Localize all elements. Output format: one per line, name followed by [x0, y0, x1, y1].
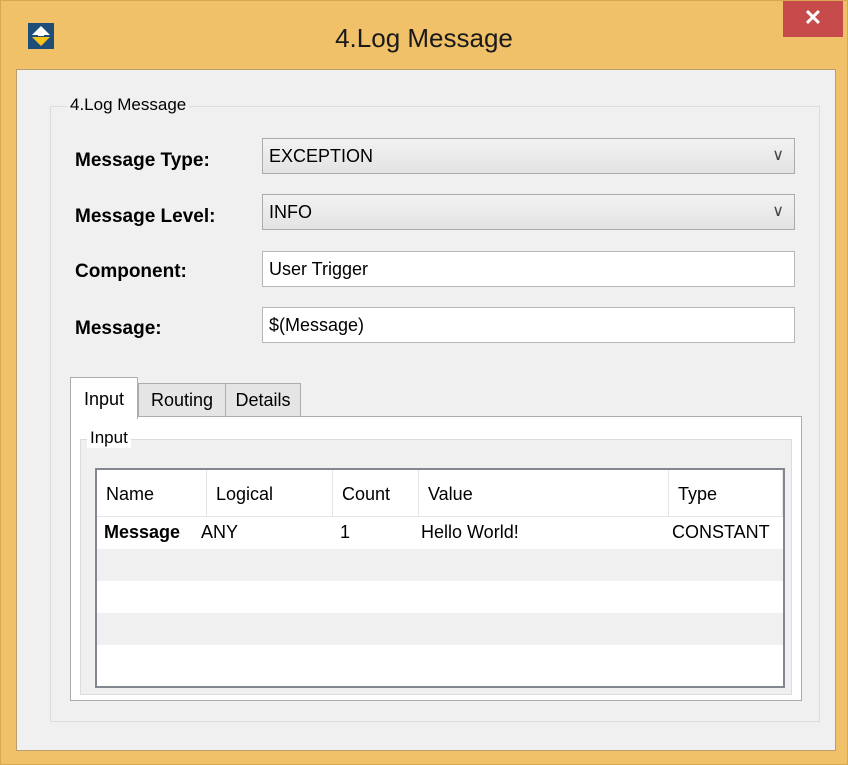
message-level-select[interactable]: INFO ∨	[262, 194, 795, 230]
column-header-type[interactable]: Type	[669, 470, 783, 516]
tab-input[interactable]: Input	[70, 377, 138, 419]
table-row-empty	[97, 613, 783, 645]
message-label: Message:	[75, 318, 162, 339]
cell-name: Message	[104, 522, 181, 542]
close-icon: ✕	[803, 5, 823, 30]
input-tab-panel: Name Logical Count Value Type Message AN…	[70, 416, 802, 701]
input-table[interactable]: Name Logical Count Value Type Message AN…	[95, 468, 785, 688]
dialog-window: 4.Log Message ✕ 4.Log Message Message Ty…	[0, 0, 848, 765]
cell-logical: ANY	[201, 522, 239, 542]
cell-value: Hello World!	[421, 522, 519, 542]
table-header: Name Logical Count Value Type	[97, 470, 783, 517]
close-button[interactable]: ✕	[783, 1, 843, 37]
table-row-empty	[97, 581, 783, 613]
tab-details[interactable]: Details	[225, 383, 301, 417]
chevron-down-icon: ∨	[772, 203, 784, 220]
component-label: Component:	[75, 261, 187, 282]
groupbox-legend: 4.Log Message	[67, 95, 190, 115]
input-groupbox-legend: Input	[87, 428, 131, 448]
chevron-down-icon: ∨	[772, 147, 784, 164]
dialog-content: 4.Log Message Message Type: EXCEPTION ∨ …	[16, 69, 836, 751]
column-header-logical[interactable]: Logical	[207, 470, 333, 516]
message-input[interactable]: $(Message)	[262, 307, 795, 343]
message-type-select[interactable]: EXCEPTION ∨	[262, 138, 795, 174]
tab-routing[interactable]: Routing	[138, 383, 226, 417]
message-level-label: Message Level:	[75, 206, 216, 227]
table-row-empty	[97, 549, 783, 581]
cell-type: CONSTANT	[672, 522, 770, 542]
component-input[interactable]: User Trigger	[262, 251, 795, 287]
column-header-value[interactable]: Value	[419, 470, 669, 516]
column-header-name[interactable]: Name	[97, 470, 207, 516]
title-bar[interactable]: 4.Log Message ✕	[1, 1, 847, 63]
table-row[interactable]: Message ANY 1 Hello World! CONSTANT	[97, 517, 783, 549]
window-title: 4.Log Message	[335, 23, 513, 53]
table-row-empty	[97, 645, 783, 677]
column-header-count[interactable]: Count	[333, 470, 419, 516]
message-type-value: EXCEPTION	[269, 146, 374, 166]
message-type-label: Message Type:	[75, 150, 210, 171]
input-groupbox: Name Logical Count Value Type Message AN…	[80, 439, 792, 695]
message-level-value: INFO	[269, 202, 312, 222]
cell-count: 1	[340, 522, 351, 542]
